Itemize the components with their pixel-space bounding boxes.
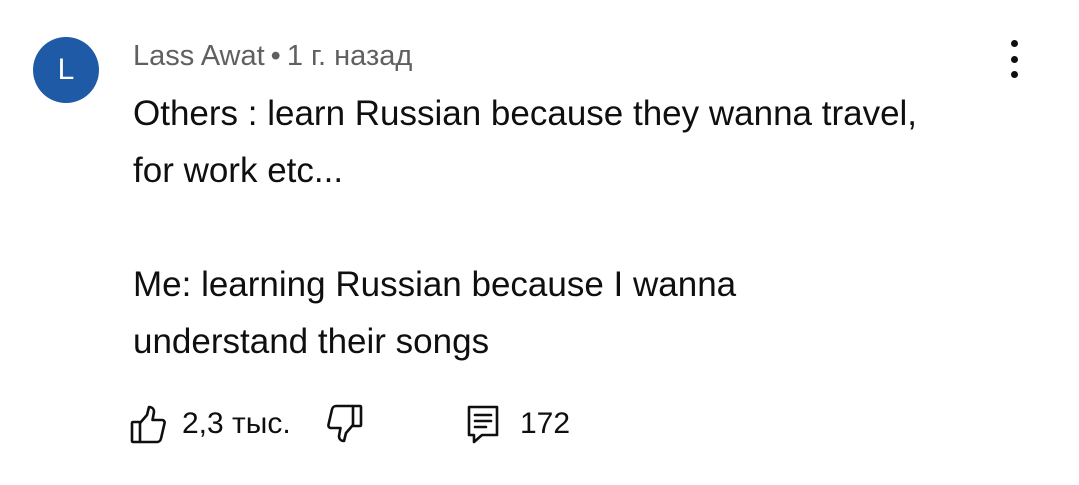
reply-count: 172 (520, 407, 571, 440)
like-count: 2,3 тыс. (182, 407, 291, 440)
comment-icon (466, 404, 500, 444)
more-dot (1010, 40, 1018, 47)
like-button[interactable]: 2,3 тыс. (130, 402, 291, 446)
comment-header: Lass Awat • 1 г. назад (133, 38, 412, 74)
more-vert-icon[interactable] (1000, 38, 1028, 80)
timestamp[interactable]: 1 г. назад (287, 40, 413, 72)
more-dot (1010, 55, 1018, 63)
dislike-button[interactable] (327, 402, 363, 446)
author-name[interactable]: Lass Awat (133, 40, 265, 72)
thumbs-down-icon (327, 404, 363, 444)
thumbs-up-icon (130, 404, 166, 444)
avatar-letter: L (57, 53, 75, 86)
meta-separator: • (270, 40, 281, 72)
comment-text: Others : learn Russian because they wann… (133, 94, 918, 361)
avatar[interactable]: L (33, 37, 99, 103)
reply-button[interactable]: 172 (466, 402, 570, 446)
more-dot (1010, 71, 1018, 78)
comment-thread: L Lass Awat • 1 г. назад Others : learn Ru… (0, 0, 1079, 485)
